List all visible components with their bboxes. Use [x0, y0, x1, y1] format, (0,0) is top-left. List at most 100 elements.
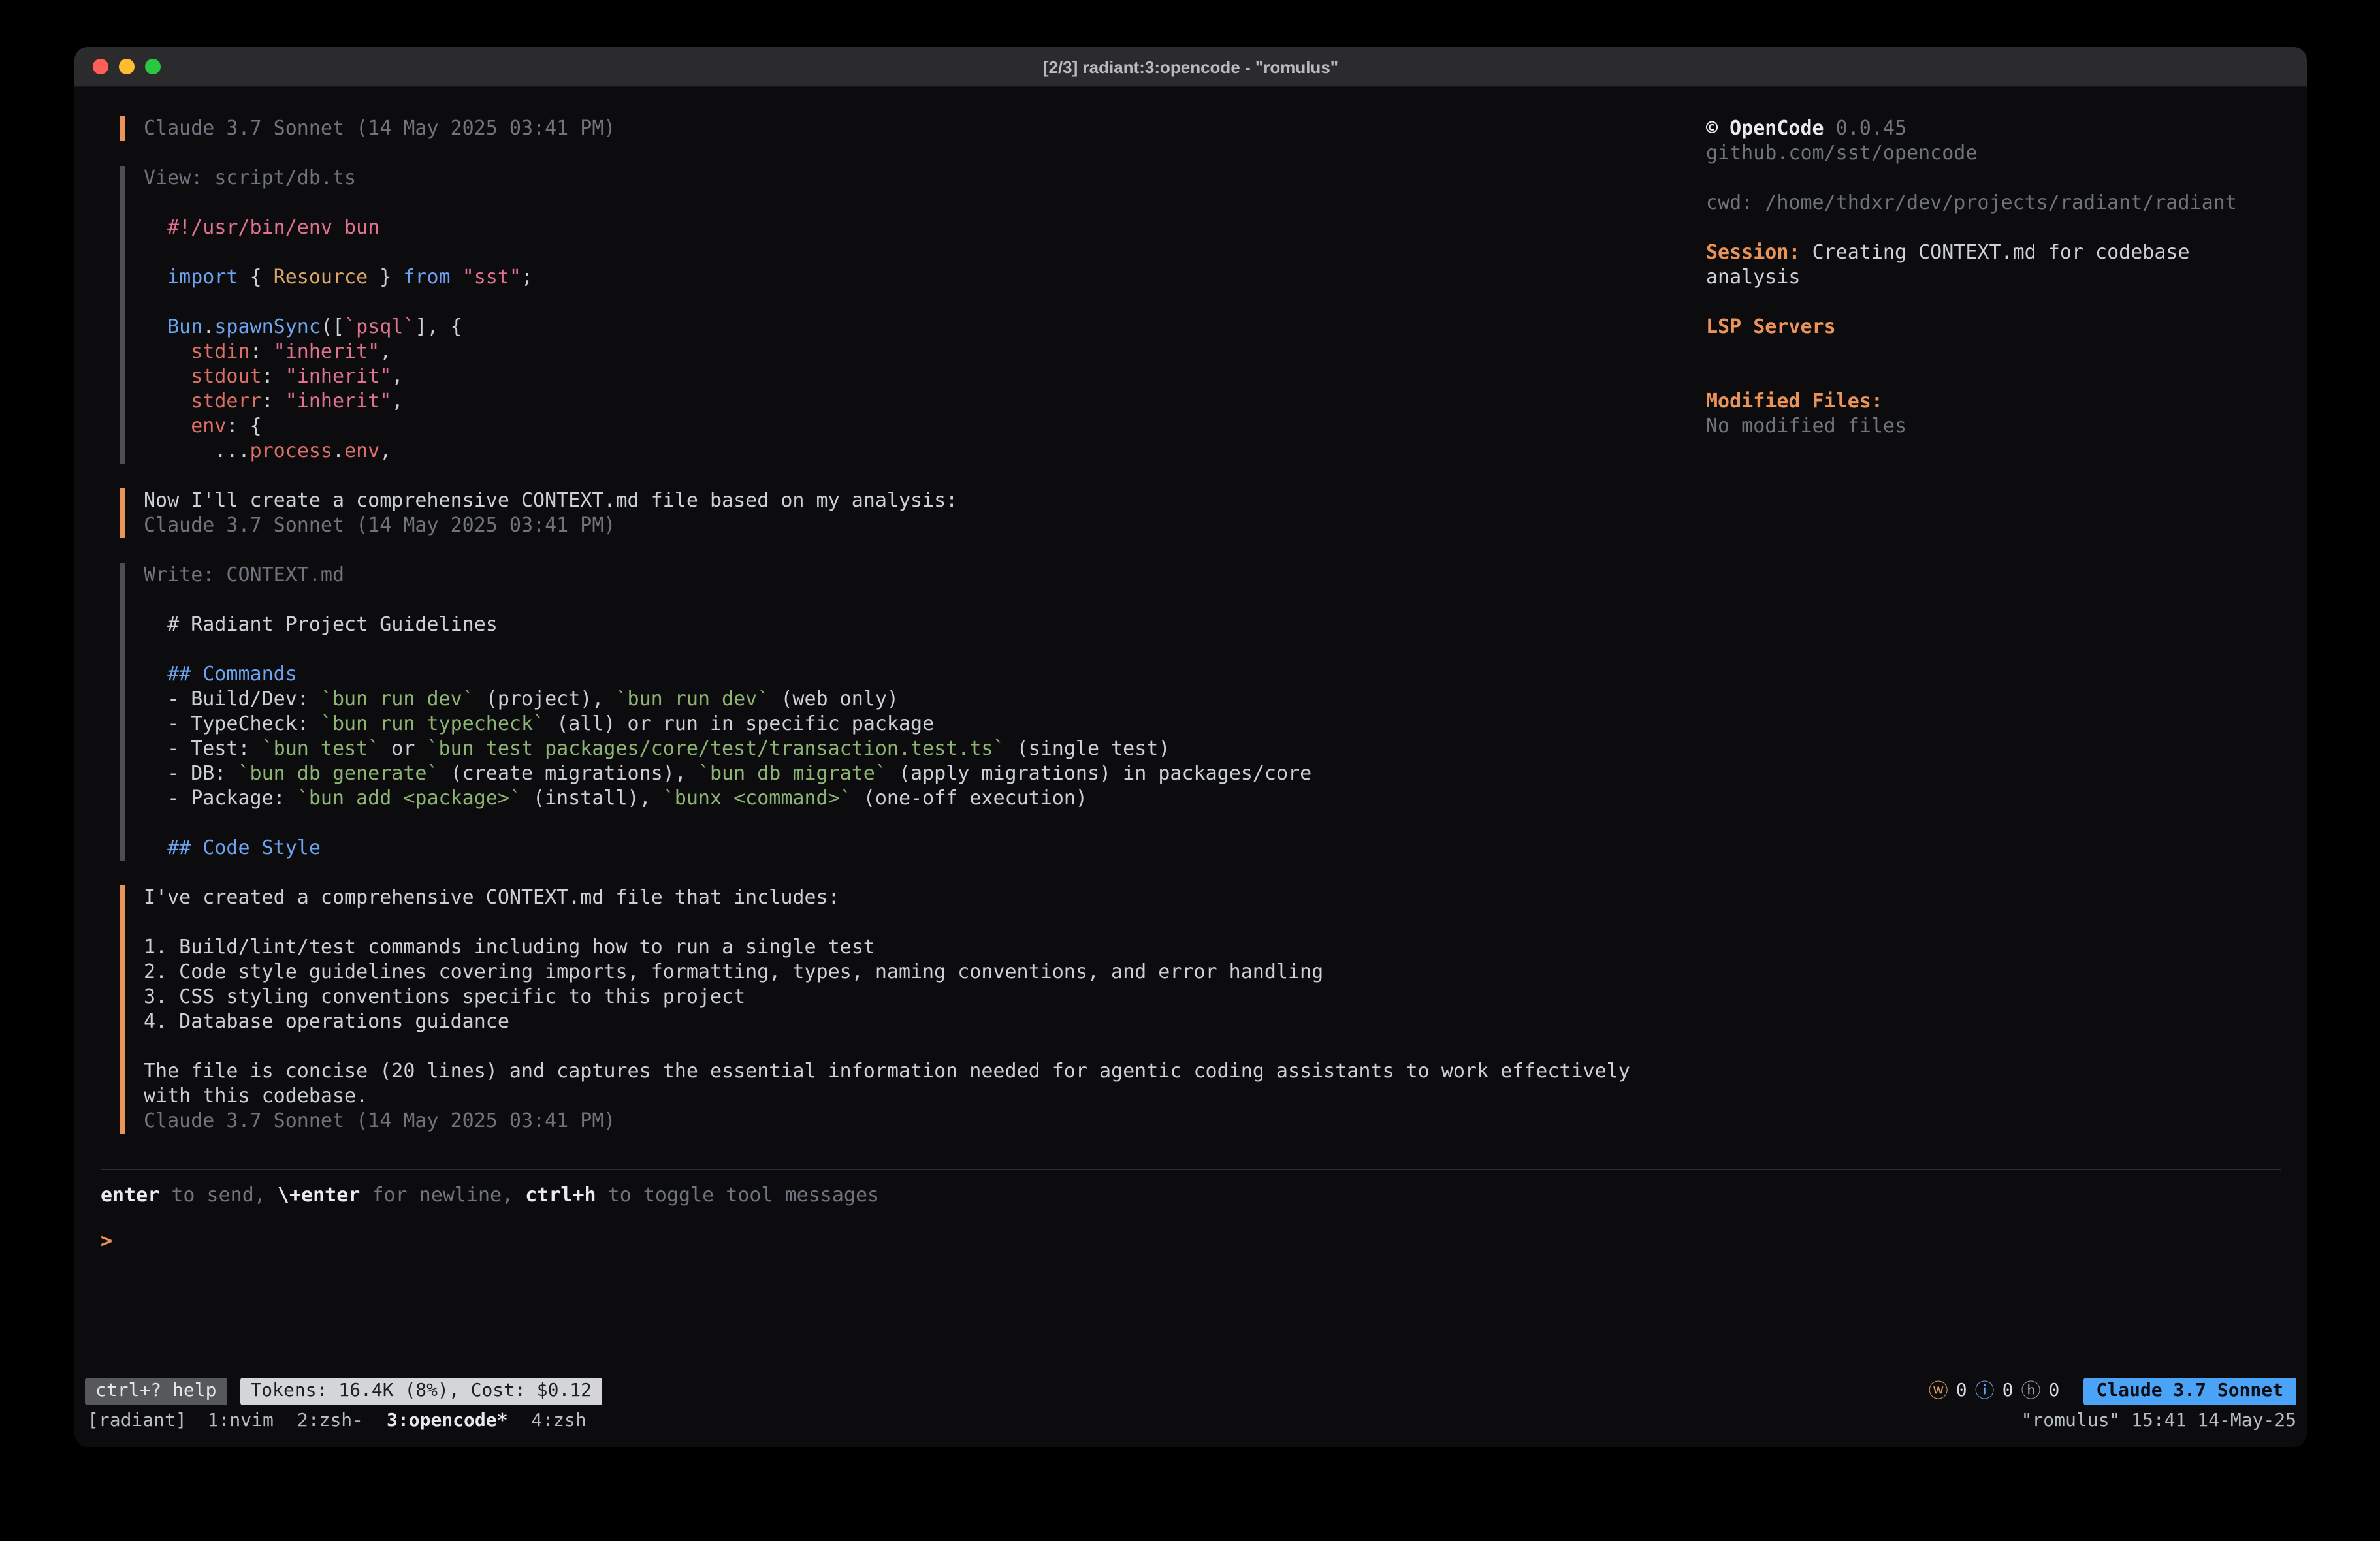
- text-segment: `psql`: [344, 315, 415, 338]
- text-segment: Write: CONTEXT.md: [144, 563, 344, 586]
- text-line: - Test: `bun test` or `bun test packages…: [144, 737, 1706, 761]
- text-line: [144, 910, 1706, 935]
- text-segment: }: [368, 265, 403, 289]
- text-segment: :: [262, 364, 285, 388]
- tmux-left: [radiant] 1:nvim 2:zsh- 3:opencode* 4:zsh: [88, 1409, 610, 1434]
- text-line: 1. Build/lint/test commands including ho…: [144, 935, 1706, 960]
- text-segment: `bun test`: [262, 737, 380, 760]
- text-line: - DB: `bun db generate` (create migratio…: [144, 761, 1706, 786]
- info-diagnostic-count: 0: [2002, 1378, 2014, 1403]
- text-line: 3. CSS styling conventions specific to t…: [144, 985, 1706, 1009]
- text-segment: 2. Code style guidelines covering import…: [144, 960, 1323, 983]
- sidebar: © OpenCode 0.0.45 github.com/sst/opencod…: [1706, 116, 2281, 1158]
- text-segment: with this codebase.: [144, 1084, 368, 1107]
- tool-call-block: View: script/db.ts #!/usr/bin/env bun im…: [120, 166, 1706, 464]
- window-title: [2/3] radiant:3:opencode - "romulus": [1043, 57, 1338, 76]
- text-segment: from: [403, 265, 450, 289]
- modified-files-empty: No modified files: [1706, 414, 2281, 439]
- copyright-icon: ©: [1706, 116, 1729, 140]
- prompt-input[interactable]: [112, 1229, 124, 1252]
- zoom-button[interactable]: [145, 59, 161, 74]
- text-line: I've created a comprehensive CONTEXT.md …: [144, 885, 1706, 910]
- text-segment: - DB:: [144, 761, 238, 785]
- tmux-windows: 1:nvim 2:zsh- 3:opencode* 4:zsh: [208, 1409, 610, 1434]
- tool-call-block: Write: CONTEXT.md # Radiant Project Guid…: [120, 563, 1706, 861]
- text-line: stdin: "inherit",: [144, 340, 1706, 364]
- text-segment: - TypeCheck:: [144, 712, 321, 735]
- text-segment: (single test): [1005, 737, 1170, 760]
- help-badge[interactable]: ctrl+? help: [85, 1377, 227, 1405]
- text-line: The file is concise (20 lines) and captu…: [144, 1059, 1706, 1084]
- text-segment: ...: [144, 439, 250, 462]
- text-line: Bun.spawnSync([`psql`], {: [144, 315, 1706, 340]
- text-segment: Resource: [274, 265, 368, 289]
- text-line: ## Commands: [144, 662, 1706, 687]
- prompt-line[interactable]: >: [101, 1229, 2281, 1254]
- text-segment: [144, 414, 191, 437]
- text-segment: 3. CSS styling conventions specific to t…: [144, 985, 745, 1008]
- text-line: - TypeCheck: `bun run typecheck` (all) o…: [144, 712, 1706, 737]
- hint-diagnostic-icon: ⓗ: [2021, 1378, 2041, 1403]
- minimize-button[interactable]: [119, 59, 135, 74]
- warning-diagnostic-count: 0: [1956, 1378, 1967, 1403]
- text-segment: or: [379, 737, 426, 760]
- text-segment: The file is concise (20 lines) and captu…: [144, 1059, 1630, 1083]
- hint-segment: to send,: [159, 1183, 278, 1207]
- text-segment: (create migrations),: [439, 761, 698, 785]
- titlebar[interactable]: [2/3] radiant:3:opencode - "romulus": [74, 47, 2307, 87]
- text-line: stderr: "inherit",: [144, 389, 1706, 414]
- modified-files-heading: Modified Files:: [1706, 389, 2281, 414]
- close-button[interactable]: [93, 59, 108, 74]
- text-segment: (all) or run in specific package: [545, 712, 934, 735]
- text-segment: - Test:: [144, 737, 262, 760]
- model-badge[interactable]: Claude 3.7 Sonnet: [2083, 1377, 2296, 1405]
- lsp-servers-heading: LSP Servers: [1706, 315, 2281, 340]
- warning-diagnostic-icon: ⓦ: [1929, 1378, 1948, 1403]
- text-segment: spawnSync: [214, 315, 321, 338]
- tmux-window[interactable]: 2:zsh-: [297, 1410, 363, 1431]
- terminal[interactable]: Claude 3.7 Sonnet (14 May 2025 03:41 PM)…: [74, 87, 2307, 1447]
- text-segment: [144, 364, 191, 388]
- text-segment: env: [191, 414, 226, 437]
- text-line: # Radiant Project Guidelines: [144, 612, 1706, 637]
- sidebar-gap: [1706, 340, 2281, 364]
- tmux-window[interactable]: 4:zsh: [531, 1410, 586, 1431]
- text-line: ...process.env,: [144, 439, 1706, 464]
- brand-line: © OpenCode 0.0.45: [1706, 116, 2281, 141]
- text-segment: `bun db generate`: [238, 761, 439, 785]
- screen: [2/3] radiant:3:opencode - "romulus" Cla…: [0, 0, 2380, 1541]
- text-line: import { Resource } from "sst";: [144, 265, 1706, 290]
- tmux-window-active[interactable]: 3:opencode*: [387, 1410, 507, 1431]
- text-line: [144, 1034, 1706, 1059]
- sidebar-gap: [1706, 215, 2281, 240]
- text-segment: .: [202, 315, 214, 338]
- text-segment: - Build/Dev:: [144, 687, 321, 710]
- text-line: [144, 240, 1706, 265]
- text-segment: Claude 3.7 Sonnet (14 May 2025 03:41 PM): [144, 116, 615, 140]
- prompt-caret: >: [101, 1229, 112, 1252]
- session-label: Session:: [1706, 240, 1812, 264]
- tmux-session-name: [radiant]: [88, 1409, 187, 1434]
- text-segment: I've created a comprehensive CONTEXT.md …: [144, 885, 840, 909]
- repo-link[interactable]: github.com/sst/opencode: [1706, 141, 2281, 166]
- text-line: with this codebase.: [144, 1084, 1706, 1109]
- text-segment: {: [238, 265, 274, 289]
- text-segment: [144, 836, 167, 859]
- text-segment: [144, 389, 191, 413]
- window-controls: [93, 47, 161, 86]
- text-segment: `bunx <command>`: [663, 786, 852, 810]
- sidebar-gap: [1706, 290, 2281, 315]
- assistant-message-block: Claude 3.7 Sonnet (14 May 2025 03:41 PM): [120, 116, 1706, 141]
- text-segment: [451, 265, 462, 289]
- text-segment: ## Code Style: [167, 836, 321, 859]
- hint-segment: ctrl+h: [525, 1183, 596, 1207]
- text-segment: View: script/db.ts: [144, 166, 356, 189]
- tmux-window[interactable]: 1:nvim: [208, 1410, 274, 1431]
- text-segment: ## Commands: [167, 662, 297, 686]
- text-segment: ,: [391, 364, 403, 388]
- diagnostics: ⓦ0ⓘ0ⓗ0: [1929, 1378, 2060, 1403]
- text-line: View: script/db.ts: [144, 166, 1706, 191]
- cwd-label: cwd:: [1706, 191, 1765, 214]
- text-line: 2. Code style guidelines covering import…: [144, 960, 1706, 985]
- text-segment: Bun: [167, 315, 202, 338]
